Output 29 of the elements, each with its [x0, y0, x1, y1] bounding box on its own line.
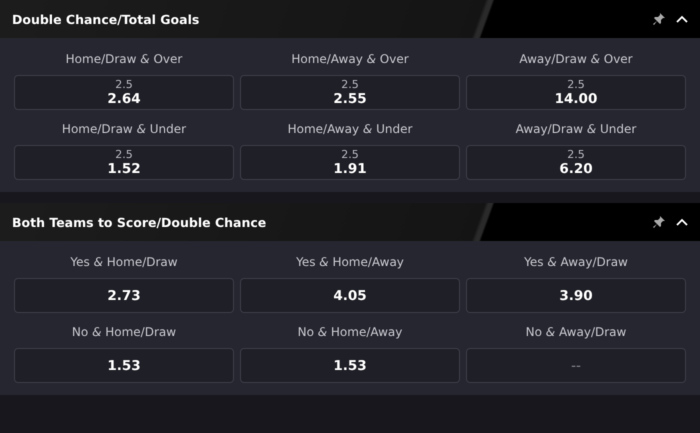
- chevron-icon[interactable]: [676, 15, 688, 23]
- market-label: Home/Away & Over: [291, 52, 409, 66]
- odds-button[interactable]: 2.5 2.55: [240, 75, 460, 110]
- market-label: No & Home/Draw: [72, 325, 176, 339]
- odds-button[interactable]: 1.53: [240, 348, 460, 383]
- market-label: Away/Draw & Under: [516, 122, 636, 136]
- odds-button[interactable]: 2.5 14.00: [466, 75, 686, 110]
- market-label: Yes & Home/Draw: [70, 255, 178, 269]
- pin-icon[interactable]: [652, 215, 666, 229]
- market-label: Home/Away & Under: [288, 122, 412, 136]
- odds-button[interactable]: 2.73: [14, 278, 234, 313]
- market-label: Yes & Away/Draw: [524, 255, 628, 269]
- section-title: Both Teams to Score/Double Chance: [12, 214, 268, 230]
- pin-icon[interactable]: [652, 12, 666, 26]
- odds-button[interactable]: 2.5 1.52: [14, 145, 234, 180]
- section-title: Double Chance/Total Goals: [12, 12, 200, 26]
- market-label: No & Away/Draw: [526, 325, 626, 339]
- odds-button[interactable]: 2.5 1.91: [240, 145, 460, 180]
- chevron-icon[interactable]: [676, 218, 688, 226]
- odds-button[interactable]: 2.5 6.20: [466, 145, 686, 180]
- odds-button[interactable]: 1.53: [14, 348, 234, 383]
- market-label: Yes & Home/Away: [296, 255, 404, 269]
- odds-button[interactable]: 3.90: [466, 278, 686, 313]
- market-label: Home/Draw & Over: [66, 52, 182, 66]
- market-label: Away/Draw & Over: [519, 52, 633, 66]
- market-label: Home/Draw & Under: [62, 122, 186, 136]
- odds-button[interactable]: 2.5 2.64: [14, 75, 234, 110]
- market-label: No & Home/Away: [298, 325, 402, 339]
- odds-button[interactable]: 4.05: [240, 278, 460, 313]
